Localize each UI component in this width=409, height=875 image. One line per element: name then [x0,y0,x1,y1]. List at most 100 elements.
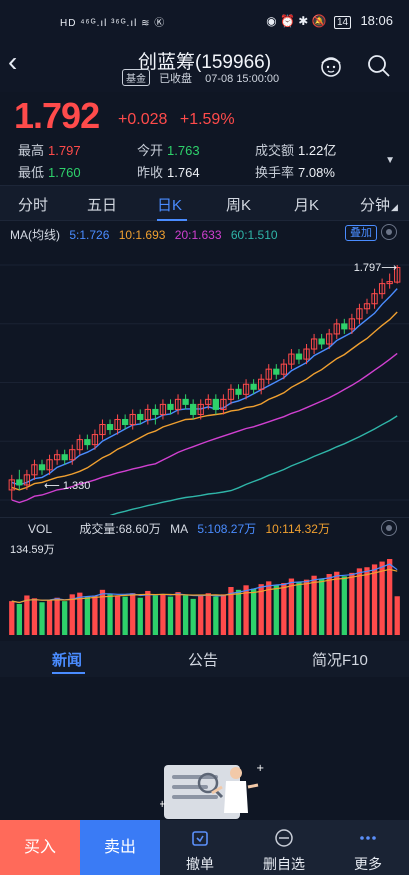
candle [227,384,235,405]
remove-watchlist-button[interactable]: 删自选 [244,820,324,875]
stat-value: 1.763 [167,143,200,158]
divider [0,517,409,518]
volume-bar [130,593,136,635]
stat-low: 最低 1.760 [18,162,81,181]
remove-watchlist-label: 删自选 [263,856,305,872]
volume-bar [167,596,174,635]
stat-value: 7.08% [298,165,335,180]
ma60-value: 60:1.510 [230,228,278,242]
volume-bar [92,595,98,635]
active-news-tab-indicator [52,672,85,674]
news-tabs: 新闻 公告 简况F10 [0,641,409,677]
low-marker-value: 1.330 [62,480,91,492]
empty-state-illustration: + + [160,763,264,819]
tab-news[interactable]: 新闻 [52,649,82,670]
volume-bar [326,574,332,635]
candle [273,364,280,380]
cancel-order-icon [192,831,208,846]
tab-f10[interactable]: 简况F10 [312,649,368,670]
change-percent: +1.59% [179,111,235,128]
volume-bar [364,567,370,635]
cancel-order-label: 撤单 [186,856,214,872]
volume-bar [311,575,317,635]
candle [38,459,46,475]
fund-tag: 基金 [122,69,150,86]
battery-icon: 14 [333,16,352,29]
svg-text:+: + [160,799,166,810]
volume-bar [160,594,166,635]
avatar-icon[interactable] [318,53,344,79]
kline-panel: MA(均线) 5:1.726 10:1.693 20:1.633 60:1.51… [0,221,409,641]
buy-button[interactable]: 买入 [0,820,80,875]
status-bar: HD ⁴⁶ᴳ.ıl ³⁶ᴳ.ıl ≋ Ⓚ ◉ ⏰ ✱ 🔕 14 18:06 [0,0,409,40]
remove-icon [275,829,293,847]
candle [235,384,242,400]
volume-bar [220,594,227,635]
stat-high: 最高 1.797 [18,140,81,159]
tab-intraday[interactable]: 分时 [18,194,48,215]
volume-bar [31,598,38,635]
price-change: +0.028 +1.59% [118,111,235,129]
vol-ma10: 10:114.32万 [265,522,330,536]
volume-bar [190,598,196,635]
overlay-button[interactable]: 叠加 [345,225,377,241]
volume-bar [318,578,325,635]
volume-bar [122,596,128,635]
stat-prev-close: 昨收 1.764 [137,162,200,181]
tab-announcements[interactable]: 公告 [188,649,218,670]
volume-bar [175,592,181,635]
tab-five-day[interactable]: 五日 [87,194,117,215]
more-button[interactable]: 更多 [328,820,408,875]
candle [356,303,363,324]
cancel-order-button[interactable]: 撤单 [160,820,240,875]
volume-bar [334,571,340,635]
candle [167,399,174,415]
search-icon[interactable] [366,53,392,79]
volume-bar [182,595,189,635]
quote-datetime: 07-08 15:00:00 [205,73,280,85]
sell-button[interactable]: 卖出 [80,820,160,875]
volume-bar [379,561,385,635]
candle [363,298,371,314]
vol-ma5: 5:108.27万 [197,522,257,536]
tab-weekly-k[interactable]: 周K [226,194,251,215]
candle [318,333,325,350]
candle [265,364,272,385]
volume-bar [39,602,45,635]
volume-chart[interactable] [0,555,409,639]
ma-label[interactable]: MA(均线) [10,228,60,242]
candle [31,459,38,480]
vol-label[interactable]: VOL [28,522,52,536]
candle [182,394,189,410]
tab-monthly-k[interactable]: 月K [294,194,319,215]
ma20-value: 20:1.633 [174,228,222,242]
candle [386,273,393,289]
volume-bar [303,579,310,635]
volume-bar [213,596,219,635]
tab-daily-k[interactable]: 日K [157,194,182,215]
volume-bar [288,578,295,635]
vol-settings-icon[interactable] [381,520,397,536]
volume-bar [9,601,15,635]
volume-bar [152,595,159,635]
status-bar-right: ◉ ⏰ ✱ 🔕 14 18:06 [266,13,393,29]
ma-legend: MA(均线) 5:1.726 10:1.693 20:1.633 60:1.51… [10,226,284,243]
vol-value: 成交量:68.60万 [79,522,161,536]
low-marker: ⟵ 1.330 [44,479,90,492]
expand-icon[interactable]: ▼ [385,155,395,166]
tab-minute[interactable]: 分钟◢ [360,194,398,215]
volume-bar [273,585,279,635]
candlestick-chart[interactable] [0,245,409,515]
stat-label: 成交额 [255,143,295,158]
ma-settings-icon[interactable] [381,224,397,240]
more-label: 更多 [354,856,382,872]
high-marker: 1.797⟶ [354,261,397,274]
candle [16,469,23,490]
stat-label: 换手率 [255,165,295,180]
candle [61,449,68,465]
volume-bar [114,595,121,635]
candle [84,434,91,450]
volume-bar [296,581,302,635]
market-status: 已收盘 [159,73,193,85]
candle [220,394,227,415]
